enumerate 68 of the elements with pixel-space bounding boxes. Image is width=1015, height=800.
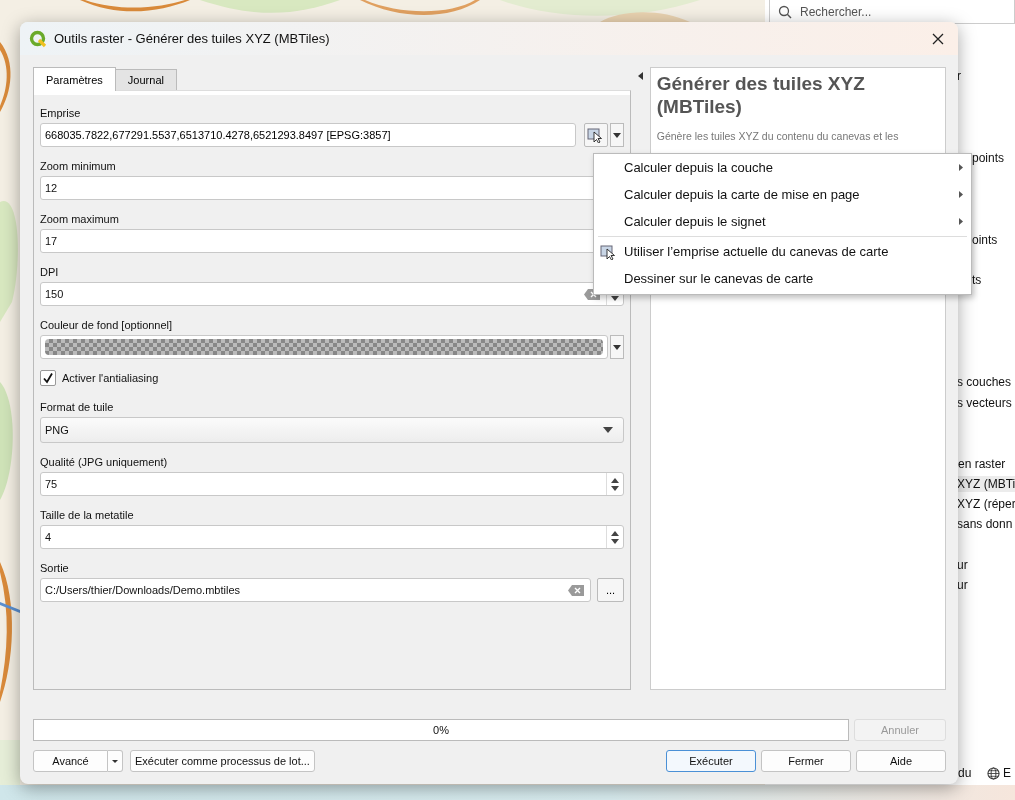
checkbox[interactable] [40,370,56,386]
logo-icon [29,29,47,48]
map-extent-button[interactable] [584,123,608,147]
field-label: Zoom minimum [40,159,117,174]
submenu-arrow-icon [959,218,963,225]
up-arrow-icon[interactable] [611,530,619,536]
down-arrow-icon[interactable] [611,295,619,301]
caret-icon [603,427,613,433]
tab[interactable]: Paramètres [33,67,116,91]
dialog-button[interactable]: Aide [856,750,946,772]
field-label: Format de tuile [40,400,115,415]
caret-icon [613,344,621,350]
map-cursor-icon [587,127,605,143]
caret-icon [613,132,621,138]
batch-button[interactable]: Exécuter comme processus de lot... [130,750,315,772]
map-cursor-icon [600,244,618,260]
advanced-button[interactable]: Avancé [33,750,108,772]
field-label: Sortie [40,561,70,576]
status-text: du [958,766,972,780]
down-arrow-icon[interactable] [611,538,619,544]
dialog-button[interactable]: Exécuter [666,750,756,772]
search-icon [778,5,792,19]
output-field[interactable]: C:/Users/thier/Downloads/Demo.mbtiles [40,578,591,602]
list-item[interactable]: XYZ (MBTi [957,476,1015,492]
spin-box[interactable]: 4 [40,525,624,549]
list-item[interactable]: ur [957,577,968,593]
down-arrow-icon[interactable] [611,485,619,491]
list-item[interactable]: en raster [958,456,1006,472]
field-label: DPI [40,265,60,280]
field-label: Taille de la metatile [40,508,135,523]
extent-field[interactable]: 668035.7822,677291.5537,6513710.4278,6521293.8497 [EPSG:3857] [40,123,576,147]
field-label: Couleur de fond [optionnel] [40,318,174,333]
dropdown-button[interactable] [610,335,624,359]
progress-text: 0% [433,724,449,736]
checkbox-label: Activer l'antialiasing [62,371,159,386]
status-text: E [1003,766,1011,780]
tab[interactable]: Journal [114,69,177,90]
spin-box[interactable]: 75 [40,472,624,496]
list-item[interactable]: ts [972,272,982,288]
format-dropdown[interactable]: PNG [40,417,624,443]
search-field[interactable]: Rechercher... [769,0,1015,24]
field-label: Emprise [40,106,82,121]
submenu-arrow-icon [959,164,963,171]
globe-icon [987,766,1000,780]
list-item[interactable]: sans donn [957,516,1013,532]
help-text: Génère les tuiles XYZ du contenu du canevas et les [656,129,900,143]
list-item[interactable]: oints [972,232,998,248]
list-item[interactable]: points [972,150,1005,166]
submenu-arrow-icon [959,191,963,198]
browse-button[interactable]: ... [597,578,624,602]
list-item[interactable]: ur [957,557,968,573]
color-button[interactable] [40,335,608,359]
up-arrow-icon[interactable] [611,477,619,483]
help-title: Générer des tuiles XYZ (MBTiles) [656,72,866,118]
spin-box[interactable]: 150 [40,282,624,306]
list-item[interactable]: XYZ (réper [957,496,1015,512]
list-item[interactable]: s vecteurs [957,395,1012,411]
window-title: Outils raster - Générer des tuiles XYZ (MBTiles) [54,31,331,46]
field-label: Zoom maximum [40,212,120,227]
caret-icon [112,759,118,763]
clear-icon [568,584,584,596]
dropdown-button[interactable] [610,123,624,147]
dialog-button[interactable]: Fermer [761,750,851,772]
field-label: Qualité (JPG uniquement) [40,455,169,470]
checkmark-icon [42,372,54,384]
collapse-arrow-icon[interactable] [637,72,643,80]
close-icon [932,32,944,45]
list-item[interactable]: s couches [957,374,1012,390]
